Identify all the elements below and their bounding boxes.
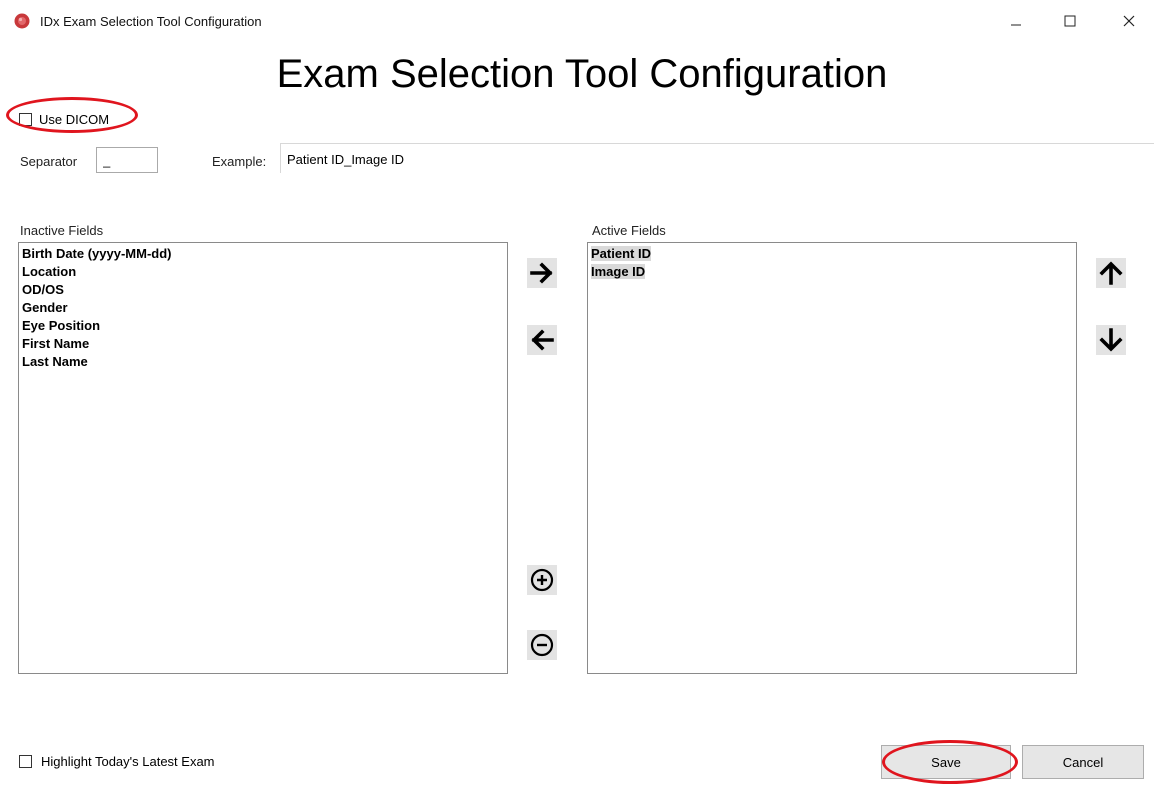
move-down-button[interactable] bbox=[1096, 325, 1126, 355]
inactive-fields-label: Inactive Fields bbox=[20, 223, 104, 238]
arrow-left-icon bbox=[531, 329, 554, 351]
cancel-button[interactable]: Cancel bbox=[1022, 745, 1144, 779]
highlight-latest-checkbox[interactable] bbox=[19, 755, 32, 768]
close-icon bbox=[1123, 15, 1135, 27]
close-button[interactable] bbox=[1106, 0, 1152, 42]
list-item[interactable]: First Name bbox=[22, 335, 504, 353]
example-value: Patient ID_Image ID bbox=[280, 143, 1154, 173]
highlight-latest-label: Highlight Today's Latest Exam bbox=[41, 754, 215, 769]
add-field-button[interactable] bbox=[527, 565, 557, 595]
move-up-button[interactable] bbox=[1096, 258, 1126, 288]
page-title-text: Exam Selection Tool Configuration bbox=[276, 52, 888, 96]
config-window: IDx Exam Selection Tool Configuration Ex… bbox=[0, 0, 1154, 787]
arrow-down-icon bbox=[1099, 328, 1123, 352]
window-title: IDx Exam Selection Tool Configuration bbox=[40, 14, 262, 29]
separator-input[interactable] bbox=[96, 147, 158, 173]
list-item[interactable]: Eye Position bbox=[22, 317, 504, 335]
minimize-button[interactable] bbox=[993, 0, 1039, 42]
maximize-icon bbox=[1064, 15, 1076, 27]
list-item[interactable]: Birth Date (yyyy-MM-dd) bbox=[22, 245, 504, 263]
maximize-button[interactable] bbox=[1047, 0, 1093, 42]
arrow-right-icon bbox=[530, 262, 553, 284]
list-item[interactable]: Location bbox=[22, 263, 504, 281]
app-logo-icon bbox=[14, 13, 30, 29]
page-title: Exam Selection Tool Configuration bbox=[0, 48, 1154, 100]
use-dicom-label: Use DICOM bbox=[39, 112, 110, 127]
separator-label: Separator bbox=[20, 154, 78, 169]
list-item-label: Image ID bbox=[591, 264, 646, 279]
move-right-button[interactable] bbox=[527, 258, 557, 288]
use-dicom-checkbox[interactable] bbox=[19, 113, 32, 126]
list-item[interactable]: Gender bbox=[22, 299, 504, 317]
active-fields-label: Active Fields bbox=[592, 223, 666, 238]
list-item[interactable]: Last Name bbox=[22, 353, 504, 371]
list-item[interactable]: OD/OS bbox=[22, 281, 504, 299]
save-button[interactable]: Save bbox=[881, 745, 1011, 779]
minus-circle-icon bbox=[530, 633, 554, 657]
move-left-button[interactable] bbox=[527, 325, 557, 355]
list-item-label: Patient ID bbox=[591, 246, 651, 261]
plus-circle-icon bbox=[530, 568, 554, 592]
list-item[interactable]: Image ID bbox=[591, 263, 1073, 281]
title-bar: IDx Exam Selection Tool Configuration bbox=[0, 0, 1154, 42]
remove-field-button[interactable] bbox=[527, 630, 557, 660]
minimize-icon bbox=[1011, 24, 1021, 26]
inactive-fields-list[interactable]: Birth Date (yyyy-MM-dd) Location OD/OS G… bbox=[18, 242, 508, 674]
arrow-up-icon bbox=[1099, 261, 1123, 285]
list-item[interactable]: Patient ID bbox=[591, 245, 1073, 263]
example-label: Example: bbox=[212, 154, 267, 169]
active-fields-list[interactable]: Patient ID Image ID bbox=[587, 242, 1077, 674]
